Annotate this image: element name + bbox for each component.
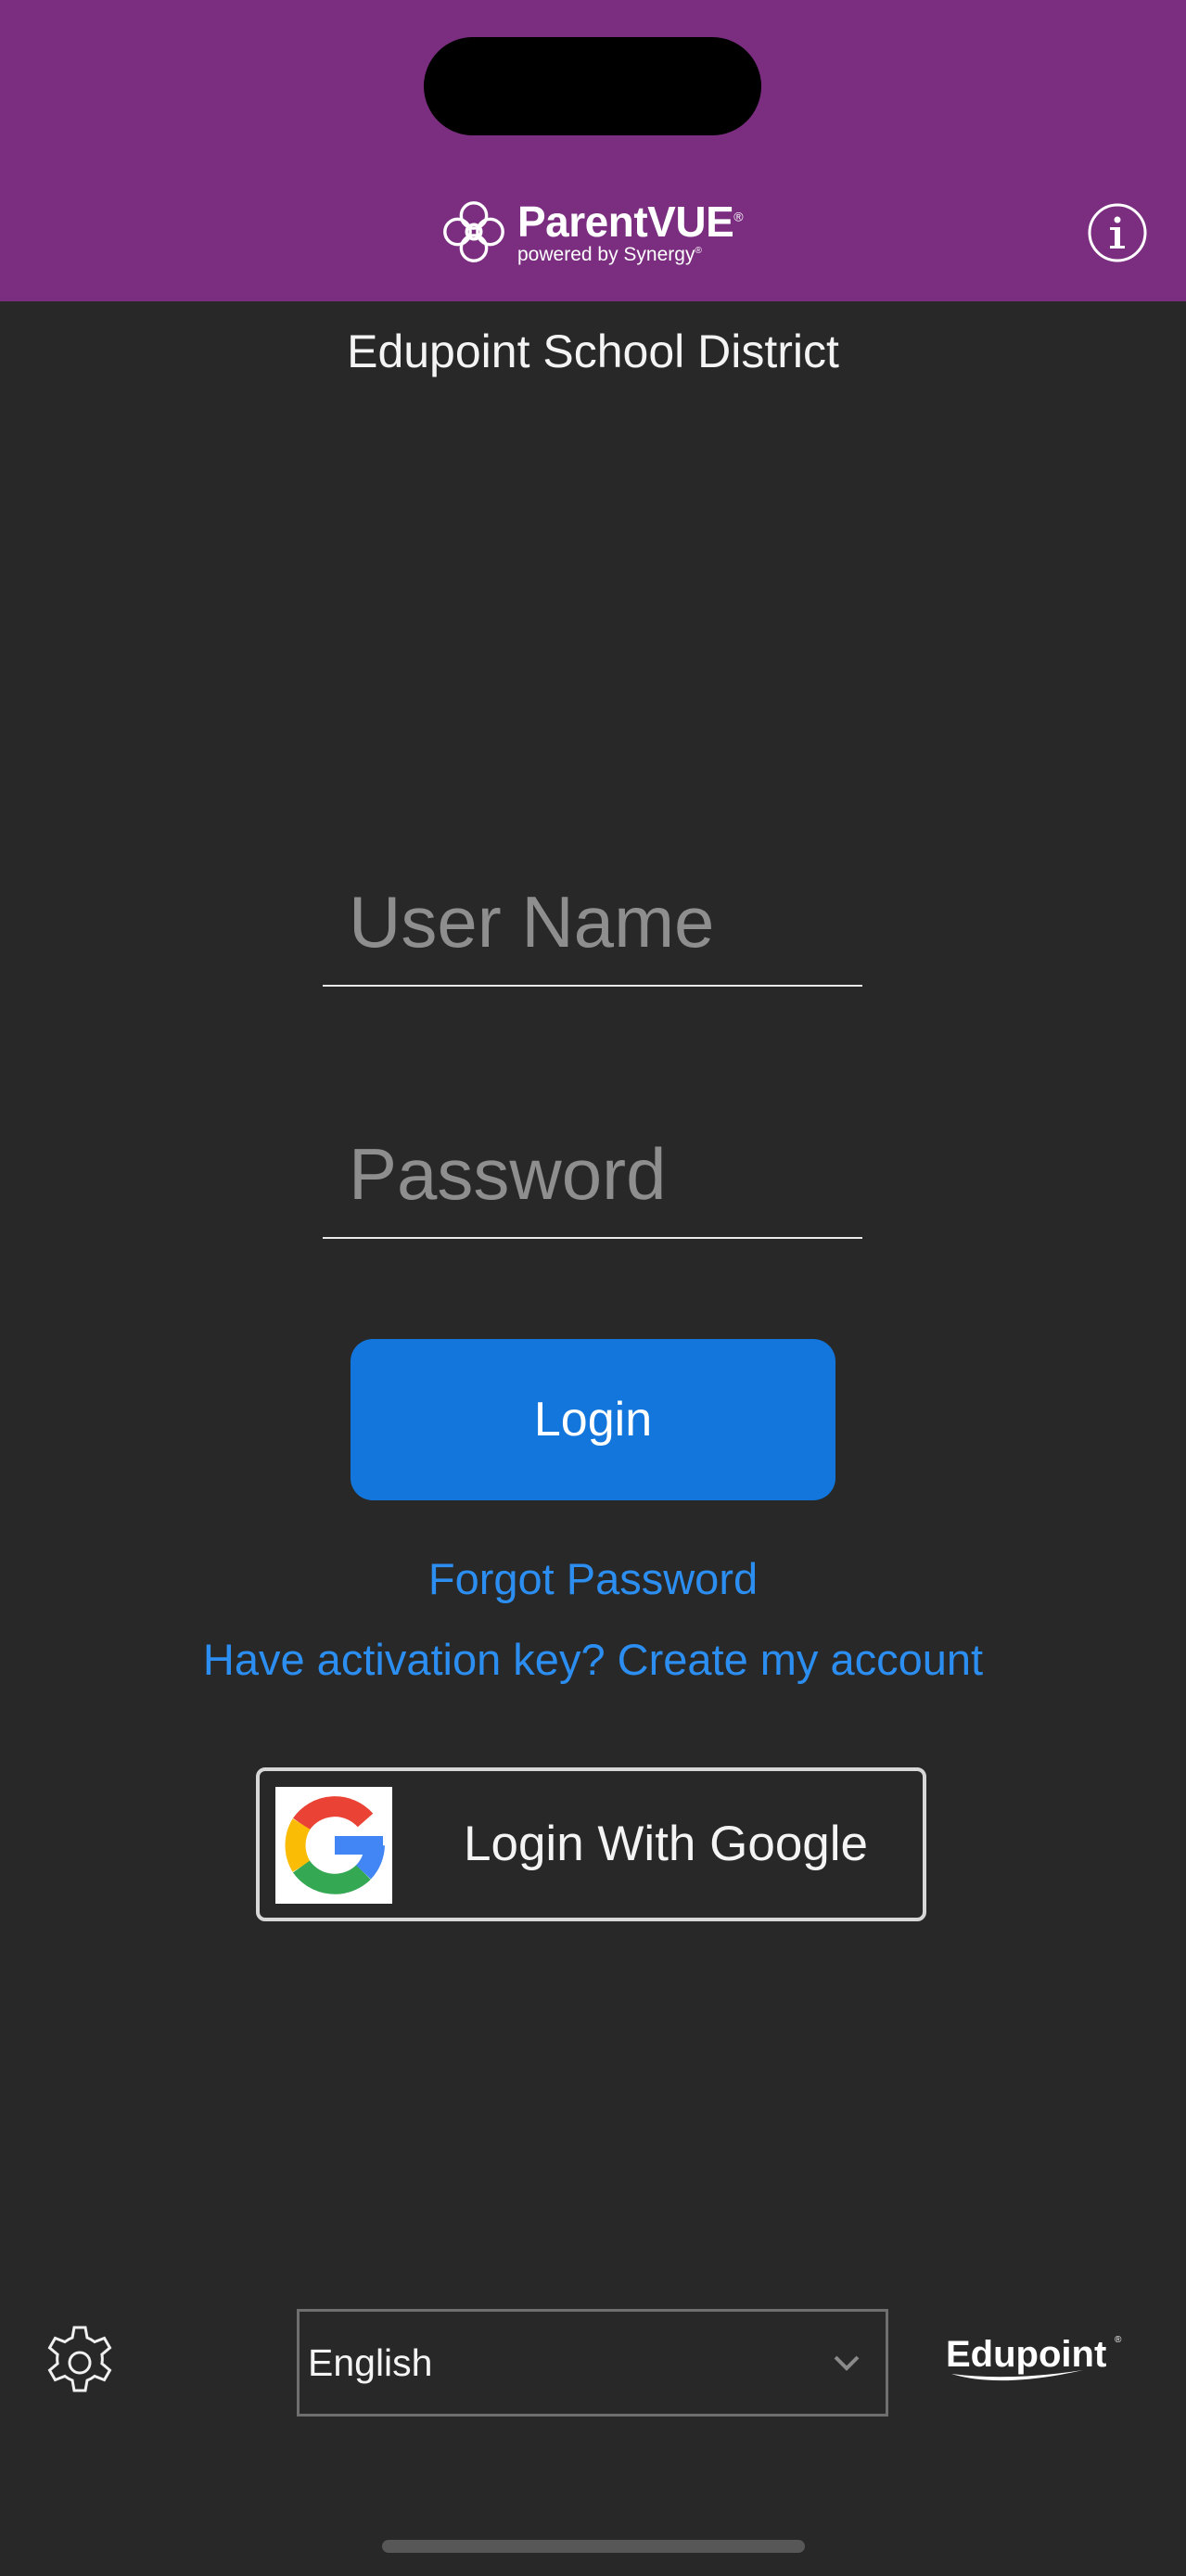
google-icon xyxy=(275,1787,392,1904)
info-icon[interactable] xyxy=(1087,202,1148,263)
google-login-label: Login With Google xyxy=(464,1817,869,1871)
password-field-container xyxy=(323,1132,862,1239)
app-header: ParentVUE® powered by Synergy® xyxy=(0,0,1186,301)
district-name: Edupoint School District xyxy=(347,325,839,377)
brand-tagline: powered by Synergy xyxy=(517,243,695,265)
svg-text:Edupoint: Edupoint xyxy=(946,2334,1106,2375)
login-with-google-button[interactable]: Login With Google xyxy=(256,1767,926,1921)
username-field-container xyxy=(323,880,862,987)
svg-text:®: ® xyxy=(1115,2335,1122,2345)
home-indicator xyxy=(382,2540,805,2553)
edupoint-logo: Edupoint ® xyxy=(946,2334,1122,2381)
brand-name: ParentVUE xyxy=(517,197,734,246)
language-select[interactable]: English xyxy=(297,2309,888,2417)
create-account-link[interactable]: Have activation key? Create my account xyxy=(0,1634,1186,1685)
gear-icon[interactable] xyxy=(41,2324,119,2402)
login-button[interactable]: Login xyxy=(351,1339,835,1500)
password-input[interactable] xyxy=(349,1132,849,1217)
username-input[interactable] xyxy=(349,880,849,964)
parentvue-logo-icon xyxy=(443,201,504,262)
parentvue-logo: ParentVUE® powered by Synergy® xyxy=(438,195,744,269)
dynamic-island xyxy=(424,37,761,135)
forgot-password-link[interactable]: Forgot Password xyxy=(0,1553,1186,1604)
language-value: English xyxy=(308,2341,433,2384)
chevron-down-icon xyxy=(834,2355,860,2371)
